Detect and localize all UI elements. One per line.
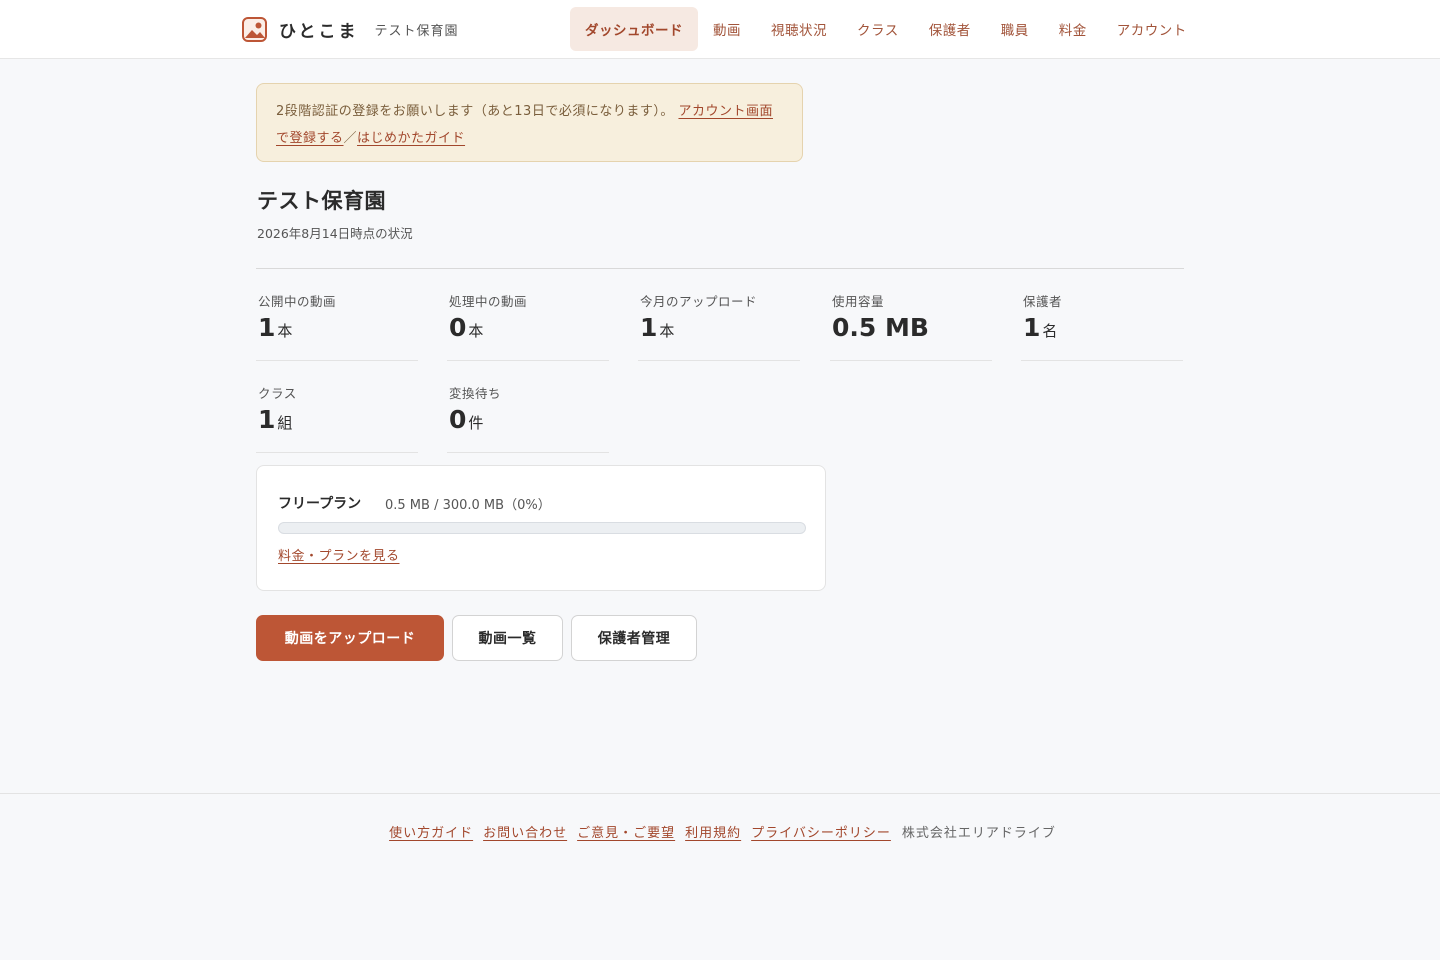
stat-value: 1 <box>1023 313 1041 342</box>
stat-value: 1 <box>258 405 276 434</box>
status-date: 2026年8月14日時点の状況 <box>257 226 413 241</box>
video-list-button[interactable]: 動画一覧 <box>452 615 563 661</box>
view-pricing-link[interactable]: 料金・プランを見る <box>278 545 400 564</box>
stat-value: 1 <box>640 313 658 342</box>
plan-card: フリープラン 0.5 MB / 300.0 MB（0%） 料金・プランを見る <box>256 465 826 591</box>
stat-label: 変換待ち <box>449 386 502 401</box>
stat-unit: 本 <box>277 322 293 340</box>
stat-value: 0 <box>449 405 467 434</box>
footer-link-terms[interactable]: 利用規約 <box>685 822 741 841</box>
footer: 使い方ガイド お問い合わせ ご意見・ご要望 利用規約 プライバシーポリシー 株式… <box>0 793 1440 960</box>
page-title: テスト保育園 <box>257 189 386 213</box>
footer-link-guide[interactable]: 使い方ガイド <box>389 822 473 841</box>
nav-staff[interactable]: 職員 <box>986 7 1044 51</box>
stat-unit: 組 <box>277 414 293 432</box>
stat-published-videos: 公開中の動画 1本 <box>256 269 418 361</box>
stat-label: クラス <box>258 386 297 401</box>
stat-value: 1 <box>258 313 276 342</box>
footer-link-privacy[interactable]: プライバシーポリシー <box>751 822 891 841</box>
stat-storage-used: 使用容量 0.5 MB <box>830 269 992 361</box>
stat-value: 0 <box>449 313 467 342</box>
stat-unit: 件 <box>468 414 484 432</box>
plan-usage: 0.5 MB / 300.0 MB（0%） <box>385 498 551 513</box>
stat-unit: 名 <box>1042 322 1058 340</box>
notice-separator: ／ <box>343 131 358 146</box>
plan-name: フリープラン <box>278 496 362 512</box>
nav-viewing-status[interactable]: 視聴状況 <box>756 7 842 51</box>
nav-classes[interactable]: クラス <box>842 7 914 51</box>
stat-guardians: 保護者 1名 <box>1021 269 1183 361</box>
stat-classes: クラス 1組 <box>256 361 418 453</box>
photo-logo-icon <box>242 16 267 42</box>
footer-company: 株式会社エリアドライブ <box>901 826 1056 841</box>
stat-unit: 本 <box>468 322 484 340</box>
footer-link-feedback[interactable]: ご意見・ご要望 <box>577 822 675 841</box>
stat-label: 処理中の動画 <box>449 294 528 309</box>
main-nav: ダッシュボード 動画 視聴状況 クラス 保護者 職員 料金 アカウント <box>570 7 1202 51</box>
brand[interactable]: ひとこま テスト保育園 <box>242 16 459 42</box>
stat-label: 保護者 <box>1023 294 1063 309</box>
stat-monthly-uploads: 今月のアップロード 1本 <box>638 269 800 361</box>
stat-processing-videos: 処理中の動画 0本 <box>447 269 609 361</box>
getting-started-guide-link[interactable]: はじめかたガイド <box>357 131 465 146</box>
upload-video-button[interactable]: 動画をアップロード <box>256 615 444 661</box>
stat-value: 0.5 MB <box>832 313 929 342</box>
stat-label: 使用容量 <box>832 294 885 309</box>
nav-videos[interactable]: 動画 <box>698 7 756 51</box>
nav-account[interactable]: アカウント <box>1102 7 1202 51</box>
stat-unit: 本 <box>659 322 675 340</box>
brand-name: ひとこま <box>279 21 359 42</box>
storage-progress-bar <box>278 522 806 534</box>
guardian-management-button[interactable]: 保護者管理 <box>571 615 697 661</box>
two-factor-notice: 2段階認証の登録をお願いします（あと13日で必須になります）。 アカウント画面で… <box>256 83 803 162</box>
top-nav-bar: ひとこま テスト保育園 ダッシュボード 動画 視聴状況 クラス 保護者 職員 料… <box>0 0 1440 59</box>
footer-link-contact[interactable]: お問い合わせ <box>483 822 567 841</box>
stat-label: 今月のアップロード <box>640 294 758 309</box>
stat-pending-conversion: 変換待ち 0件 <box>447 361 609 453</box>
school-name: テスト保育園 <box>374 23 459 39</box>
stat-label: 公開中の動画 <box>258 294 337 309</box>
nav-dashboard[interactable]: ダッシュボード <box>570 7 698 51</box>
nav-guardians[interactable]: 保護者 <box>914 7 986 51</box>
notice-text: 2段階認証の登録をお願いします（あと13日で必須になります）。 <box>276 104 674 119</box>
nav-pricing[interactable]: 料金 <box>1044 7 1102 51</box>
